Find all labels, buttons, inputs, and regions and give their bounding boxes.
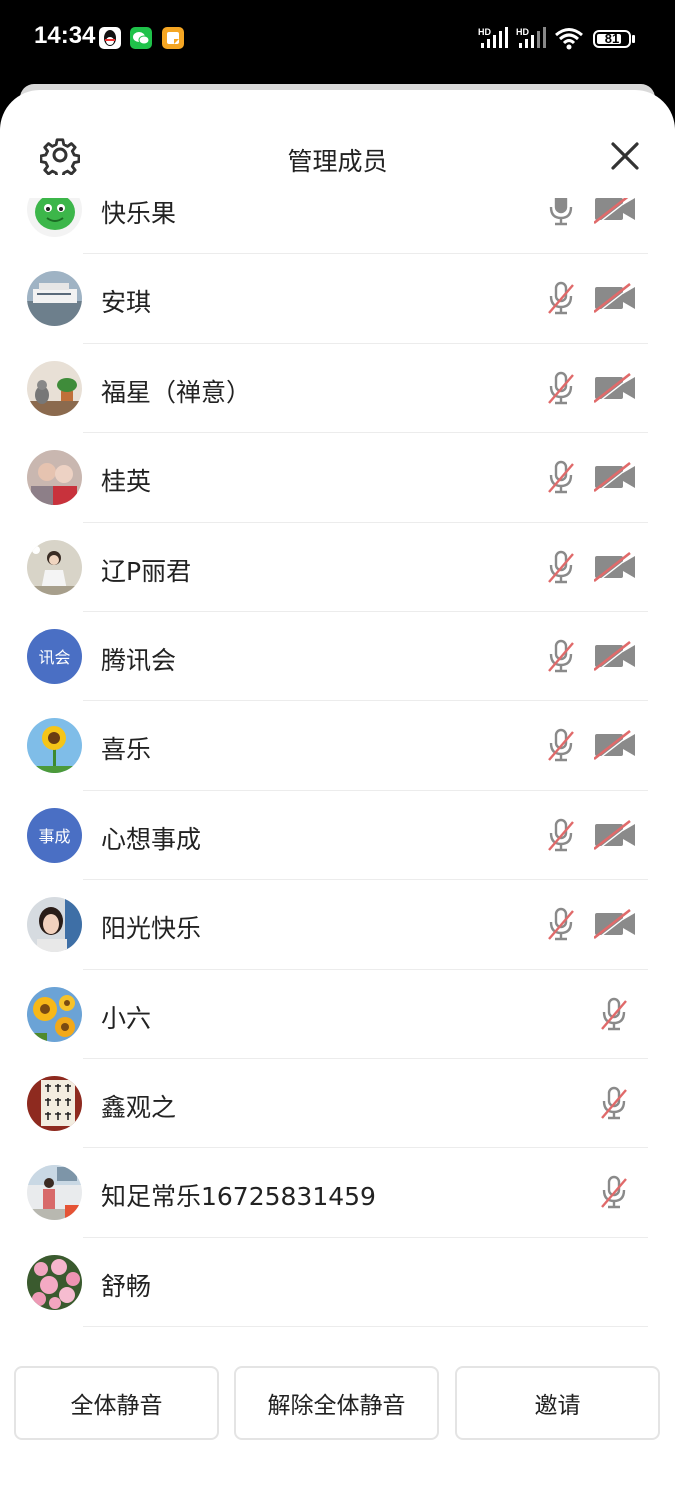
member-name: 舒畅 <box>101 1271 152 1301</box>
camera-off-icon[interactable] <box>594 730 636 761</box>
member-name: 辽P丽君 <box>101 556 192 586</box>
member-name: 福星（禅意） <box>101 377 252 407</box>
mic-muted-icon[interactable] <box>547 728 575 762</box>
member-name: 知足常乐16725831459 <box>101 1182 376 1212</box>
row-divider <box>83 1326 648 1328</box>
camera-off-icon[interactable] <box>594 909 636 940</box>
mic-muted-icon[interactable] <box>547 907 575 941</box>
member-row[interactable]: 小六 <box>0 970 675 1059</box>
svg-text:HD: HD <box>516 27 529 37</box>
battery-icon: 81 <box>593 30 631 48</box>
member-row[interactable]: 桂英 <box>0 433 675 523</box>
member-name: 快乐果 <box>101 199 177 228</box>
avatar <box>27 986 82 1042</box>
member-name: 鑫观之 <box>101 1092 177 1122</box>
wifi-icon <box>555 28 583 50</box>
battery-percent: 81 <box>604 31 620 46</box>
notes-app-icon <box>162 27 184 49</box>
member-name: 心想事成 <box>101 824 202 854</box>
mic-muted-icon[interactable] <box>547 281 575 315</box>
member-list-content: 快乐果安琪福星（禅意） 桂英辽P丽君讯会 腾讯会喜乐事成 心想事成阳光快乐小六鑫观之知… <box>0 198 675 1328</box>
avatar <box>27 198 82 237</box>
signal-1-icon: HD <box>478 27 508 48</box>
camera-off-icon[interactable] <box>594 372 636 403</box>
member-list[interactable]: 快乐果安琪福星（禅意） 桂英辽P丽君讯会 腾讯会喜乐事成 心想事成阳光快乐小六鑫观之知… <box>0 198 675 1338</box>
member-name: 安琪 <box>101 288 152 318</box>
avatar <box>27 360 82 416</box>
mic-muted-icon[interactable] <box>547 818 575 852</box>
unmute-all-button[interactable]: 解除全体静音 <box>234 1366 439 1440</box>
mic-muted-icon[interactable] <box>547 371 575 405</box>
member-row[interactable]: 知足常乐16725831459 <box>0 1148 675 1238</box>
member-row[interactable]: 辽P丽君 <box>0 523 675 612</box>
member-row[interactable]: 鑫观之 <box>0 1059 675 1149</box>
invite-button[interactable]: 邀请 <box>455 1366 660 1440</box>
avatar <box>27 1075 82 1131</box>
avatar <box>27 897 82 953</box>
camera-off-icon[interactable] <box>594 640 636 671</box>
mic-muted-icon[interactable] <box>547 460 575 494</box>
member-row[interactable]: 喜乐 <box>0 701 675 791</box>
member-row[interactable]: 舒畅 <box>0 1238 675 1328</box>
mute-all-button[interactable]: 全体静音 <box>14 1366 219 1440</box>
battery-cap <box>632 35 635 43</box>
status-time: 14:34 <box>34 22 96 49</box>
footer-actions: 全体静音 解除全体静音 邀请 <box>0 1355 675 1500</box>
member-row[interactable]: 事成 心想事成 <box>0 791 675 881</box>
avatar-initials: 讯会 <box>38 648 71 668</box>
member-name: 桂英 <box>101 467 152 497</box>
avatar <box>27 1254 82 1310</box>
avatar-initials: 事成 <box>38 827 71 847</box>
status-bar: 14:34 HD HD 81 <box>0 0 675 84</box>
member-row[interactable]: 快乐果 <box>0 198 675 255</box>
avatar <box>27 450 82 506</box>
wechat-icon <box>130 27 152 49</box>
avatar <box>27 271 82 327</box>
camera-off-icon[interactable] <box>594 551 636 582</box>
member-row[interactable]: 阳光快乐 <box>0 880 675 970</box>
avatar <box>27 718 82 774</box>
member-name: 腾讯会 <box>101 645 177 675</box>
camera-off-icon[interactable] <box>594 198 636 224</box>
avatar <box>27 1165 82 1221</box>
signal-2-icon: HD <box>516 27 546 48</box>
camera-off-icon[interactable] <box>594 819 636 850</box>
avatar: 事成 <box>27 807 82 863</box>
mic-muted-icon[interactable] <box>600 1175 628 1209</box>
member-row[interactable]: 福星（禅意） <box>0 344 675 434</box>
svg-text:HD: HD <box>478 27 491 37</box>
manage-members-sheet: 管理成员 快乐果安琪福星（禅意） 桂英辽P丽君讯会 腾讯会喜乐事成 心想事成阳光快乐小… <box>0 90 675 1500</box>
avatar: 讯会 <box>27 628 82 684</box>
avatar <box>27 539 82 595</box>
sheet-header: 管理成员 <box>0 90 675 210</box>
camera-off-icon[interactable] <box>594 283 636 314</box>
mic-icon[interactable] <box>547 198 575 226</box>
page-title: 管理成员 <box>287 147 388 176</box>
member-name: 阳光快乐 <box>101 914 202 944</box>
mic-muted-icon[interactable] <box>600 1086 628 1120</box>
member-name: 小六 <box>101 1003 152 1033</box>
qq-icon <box>99 27 121 49</box>
mic-muted-icon[interactable] <box>547 550 575 584</box>
member-row[interactable]: 讯会 腾讯会 <box>0 612 675 702</box>
member-name: 喜乐 <box>101 735 152 765</box>
mic-muted-icon[interactable] <box>600 997 628 1031</box>
close-icon[interactable] <box>607 138 643 174</box>
camera-off-icon[interactable] <box>594 462 636 493</box>
member-row[interactable]: 安琪 <box>0 254 675 344</box>
mic-muted-icon[interactable] <box>547 639 575 673</box>
